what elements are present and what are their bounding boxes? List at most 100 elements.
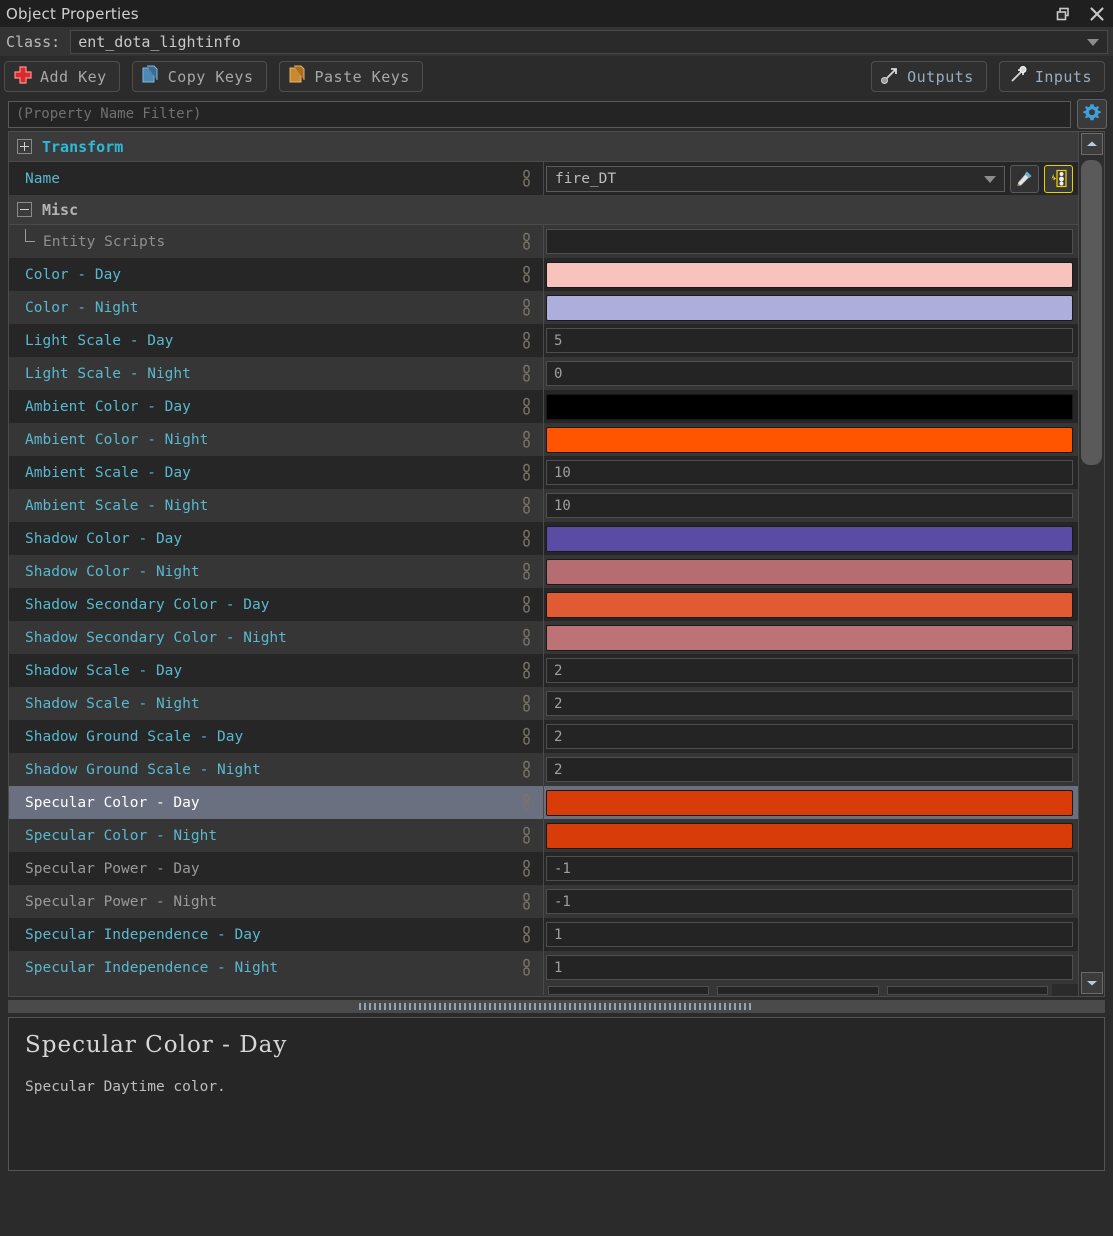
property-row[interactable]: Specular Power - Day -1 (9, 852, 1078, 885)
eyedropper-button[interactable] (1010, 164, 1039, 193)
vector-field-y[interactable] (717, 986, 879, 995)
property-row[interactable]: Color - Night (9, 291, 1078, 324)
property-text-input[interactable]: 10 (546, 460, 1073, 485)
property-row[interactable]: Ambient Color - Night (9, 423, 1078, 456)
link-cell[interactable] (510, 291, 543, 324)
property-row[interactable]: Specular Power - Night -1 (9, 885, 1078, 918)
property-text-input[interactable]: 2 (546, 757, 1073, 782)
scroll-down-icon[interactable] (1080, 972, 1103, 994)
property-text-input[interactable]: 2 (546, 691, 1073, 716)
property-row[interactable]: Light Scale - Day 5 (9, 324, 1078, 357)
expander-plus-icon[interactable] (17, 139, 32, 154)
copy-keys-button[interactable]: Copy Keys (131, 61, 267, 92)
link-cell[interactable] (510, 324, 543, 357)
property-row[interactable]: Shadow Secondary Color - Night (9, 621, 1078, 654)
link-cell[interactable] (510, 918, 543, 951)
link-cell[interactable] (510, 162, 543, 195)
entity-picker-button[interactable] (1044, 164, 1073, 193)
link-cell[interactable] (510, 654, 543, 687)
property-grid-scrollbar[interactable] (1078, 132, 1104, 996)
link-cell[interactable] (510, 720, 543, 753)
property-text-input[interactable]: 2 (546, 724, 1073, 749)
link-cell[interactable] (510, 390, 543, 423)
property-row[interactable]: Color - Day (9, 258, 1078, 291)
add-key-button[interactable]: Add Key (4, 61, 120, 92)
link-cell[interactable] (510, 522, 543, 555)
property-filter-input[interactable]: (Property Name Filter) (8, 100, 1071, 128)
color-swatch[interactable] (546, 261, 1073, 288)
property-row[interactable]: Shadow Ground Scale - Day 2 (9, 720, 1078, 753)
property-row[interactable]: Specular Color - Night (9, 819, 1078, 852)
category-transform[interactable]: Transform (9, 132, 1078, 162)
property-text-input[interactable]: 5 (546, 328, 1073, 353)
outputs-button[interactable]: Outputs (871, 61, 987, 92)
property-row[interactable]: Shadow Secondary Color - Day (9, 588, 1078, 621)
scroll-up-icon[interactable] (1080, 133, 1103, 155)
chevron-down-icon[interactable] (984, 175, 996, 183)
class-combobox[interactable]: ent_dota_lightinfo (70, 29, 1108, 54)
partial-property-row[interactable] (9, 984, 1052, 996)
property-text-input[interactable]: 2 (546, 658, 1073, 683)
property-row-name[interactable]: Name fire_DT (9, 162, 1078, 195)
color-swatch[interactable] (546, 294, 1073, 321)
color-swatch[interactable] (546, 822, 1073, 849)
link-cell[interactable] (510, 225, 543, 258)
link-cell[interactable] (510, 489, 543, 522)
color-swatch[interactable] (546, 426, 1073, 453)
link-cell[interactable] (510, 852, 543, 885)
link-cell[interactable] (510, 951, 543, 984)
property-text-input[interactable]: 1 (546, 955, 1073, 980)
property-text-input[interactable] (546, 229, 1073, 254)
property-text-input[interactable]: 10 (546, 493, 1073, 518)
link-cell[interactable] (510, 423, 543, 456)
vector-field-x[interactable] (548, 986, 710, 995)
property-text-input[interactable]: 1 (546, 922, 1073, 947)
property-row[interactable]: Ambient Scale - Day 10 (9, 456, 1078, 489)
link-cell[interactable] (510, 588, 543, 621)
property-row[interactable]: Shadow Color - Night (9, 555, 1078, 588)
property-text-input[interactable]: -1 (546, 889, 1073, 914)
property-row[interactable]: Specular Independence - Day 1 (9, 918, 1078, 951)
link-cell[interactable] (510, 621, 543, 654)
property-text-input[interactable]: 0 (546, 361, 1073, 386)
property-text-input[interactable]: -1 (546, 856, 1073, 881)
entity-name-combobox[interactable]: fire_DT (546, 165, 1005, 192)
color-swatch[interactable] (546, 624, 1073, 651)
link-cell[interactable] (510, 885, 543, 918)
expander-minus-icon[interactable] (17, 202, 32, 217)
property-row[interactable]: Shadow Scale - Day 2 (9, 654, 1078, 687)
property-row[interactable]: Light Scale - Night 0 (9, 357, 1078, 390)
link-cell[interactable] (510, 555, 543, 588)
property-row[interactable]: Ambient Color - Day (9, 390, 1078, 423)
link-cell[interactable] (510, 687, 543, 720)
color-swatch[interactable] (546, 393, 1073, 420)
filter-settings-button[interactable] (1077, 99, 1107, 129)
close-icon[interactable] (1089, 6, 1105, 22)
property-row[interactable]: Specular Independence - Night 1 (9, 951, 1078, 984)
category-misc[interactable]: Misc (9, 195, 1078, 225)
color-swatch[interactable] (546, 558, 1073, 585)
link-cell[interactable] (510, 258, 543, 291)
color-swatch[interactable] (546, 525, 1073, 552)
panel-splitter[interactable] (8, 1000, 1105, 1013)
vector-field-z[interactable] (886, 986, 1048, 995)
property-row[interactable]: Ambient Scale - Night 10 (9, 489, 1078, 522)
color-swatch[interactable] (546, 591, 1073, 618)
property-row[interactable]: Shadow Scale - Night 2 (9, 687, 1078, 720)
link-cell[interactable] (510, 786, 543, 819)
scrollbar-thumb[interactable] (1081, 160, 1102, 465)
property-row[interactable]: Shadow Color - Day (9, 522, 1078, 555)
paste-keys-button[interactable]: Paste Keys (278, 61, 423, 92)
color-swatch[interactable] (546, 789, 1073, 816)
restore-window-icon[interactable] (1055, 6, 1071, 22)
link-cell[interactable] (510, 753, 543, 786)
property-row[interactable]: Specular Color - Day (9, 786, 1078, 819)
link-cell[interactable] (510, 456, 543, 489)
link-cell[interactable] (510, 357, 543, 390)
inputs-button[interactable]: Inputs (998, 61, 1105, 92)
chain-link-icon (523, 529, 530, 547)
property-row[interactable]: Entity Scripts (9, 225, 1078, 258)
chevron-down-icon[interactable] (1087, 38, 1099, 46)
property-row[interactable]: Shadow Ground Scale - Night 2 (9, 753, 1078, 786)
link-cell[interactable] (510, 819, 543, 852)
